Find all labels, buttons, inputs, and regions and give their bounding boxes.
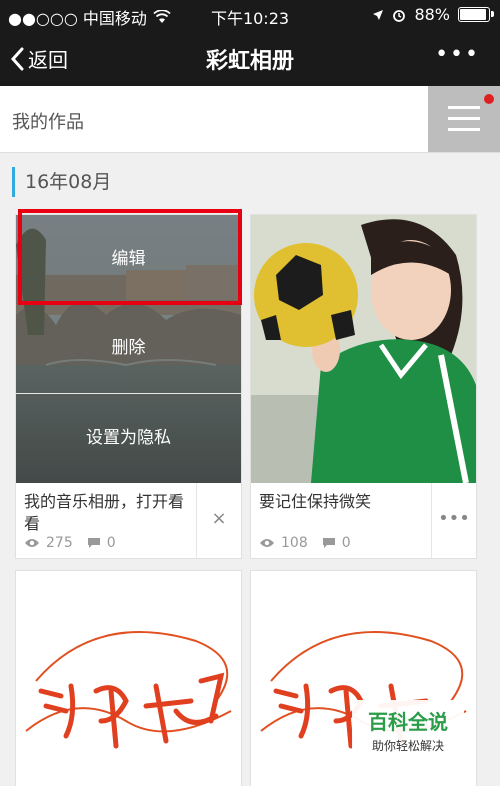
close-icon[interactable]: ×: [196, 483, 241, 558]
girl-with-ball-photo: [251, 215, 476, 483]
comment-count: 0: [341, 535, 351, 551]
wifi-icon: [153, 10, 171, 23]
delete-option[interactable]: 删除: [16, 304, 241, 393]
section-header: 我的作品: [0, 86, 500, 153]
status-left: ●●○○○ 中国移动: [8, 5, 171, 29]
album-stats: 108 0: [259, 535, 351, 551]
notification-dot: [484, 94, 494, 104]
watermark-logo: 百科全说 助你轻松解决: [352, 700, 464, 760]
comment-icon: [322, 538, 335, 548]
album-card[interactable]: 要记住保持微笑 108 0 •••: [250, 214, 477, 559]
eye-icon: [25, 539, 39, 547]
menu-line: [448, 106, 480, 109]
status-bar: ●●○○○ 中国移动 下午10:23 88%: [0, 0, 500, 30]
view-count: 108: [281, 535, 308, 551]
album-card[interactable]: [15, 570, 242, 786]
alarm-clock-icon: [393, 9, 406, 22]
comment-icon: [87, 538, 100, 548]
carrier-label: ●●○○○ 中国移动: [8, 9, 147, 28]
menu-line: [448, 117, 480, 120]
chevron-left-icon: [10, 47, 24, 70]
comment-count: 0: [106, 535, 116, 551]
album-title: 要记住保持微笑: [259, 492, 372, 511]
set-private-option[interactable]: 设置为隐私: [16, 393, 241, 483]
page-title: 彩虹相册: [205, 49, 294, 74]
battery-icon: [458, 7, 494, 22]
month-header: 16年08月: [12, 167, 111, 197]
section-title: 我的作品: [12, 112, 84, 133]
watermark-subtitle: 助你轻松解决: [371, 739, 444, 753]
watermark-title: 百科全说: [368, 710, 448, 734]
album-cover-photo[interactable]: [251, 215, 476, 483]
more-options-icon[interactable]: •••: [435, 42, 480, 67]
back-button[interactable]: 返回: [10, 44, 68, 73]
location-arrow-icon: [373, 9, 384, 20]
highlight-box: [18, 209, 242, 305]
more-options-icon[interactable]: •••: [431, 483, 476, 558]
album-title: 我的音乐相册，打开看看: [24, 492, 185, 533]
nav-bar: 返回 彩虹相册 •••: [0, 30, 500, 86]
eye-icon: [260, 539, 274, 547]
status-right: 88%: [372, 5, 494, 24]
back-label: 返回: [28, 48, 68, 72]
menu-line: [448, 128, 480, 131]
battery-percent: 88%: [414, 5, 450, 24]
qixi-romance-artwork: [25, 631, 232, 749]
album-stats: 275 0: [24, 535, 116, 551]
battery-fill: [460, 9, 487, 20]
view-count: 275: [46, 535, 73, 551]
